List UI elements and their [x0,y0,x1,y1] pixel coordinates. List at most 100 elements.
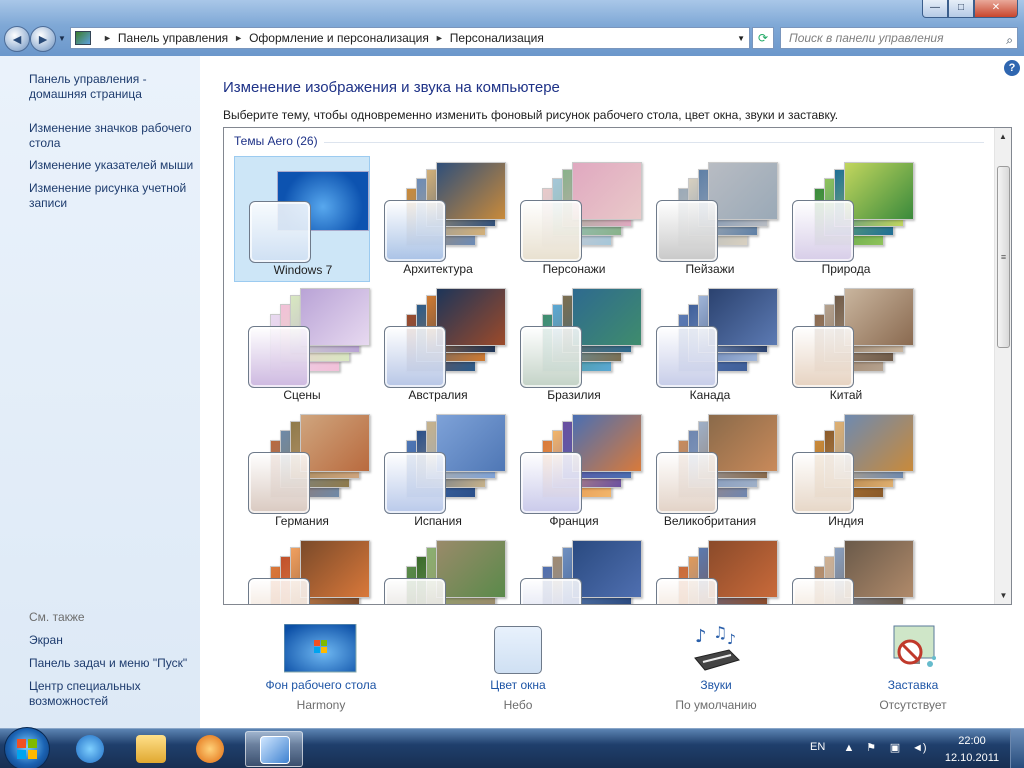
theme-preview [786,162,914,262]
screensaver-value: Отсутствует [879,698,947,712]
theme-wallpaper-card [436,288,506,346]
theme-preview [243,163,371,263]
link-control-panel-home[interactable]: Панель управления - домашняя страница [29,72,199,102]
theme-wallpaper-card [572,162,642,220]
theme-item[interactable] [370,534,506,604]
screensaver-link[interactable]: Заставка [828,678,998,692]
theme-wallpaper-card [572,414,642,472]
theme-label: Китай [829,388,863,402]
link-change-desktop-icons[interactable]: Изменение значков рабочего стола [29,121,199,151]
theme-color-swatch [384,452,446,514]
link-display[interactable]: Экран [29,633,199,648]
forward-button[interactable]: ► [30,26,56,52]
scroll-down-icon[interactable]: ▼ [995,587,1011,604]
theme-item[interactable]: Природа [778,156,914,282]
close-button[interactable]: ✕ [974,0,1018,18]
search-icon[interactable]: ⌕ [1006,30,1013,50]
theme-label: Windows 7 [273,263,333,277]
theme-item[interactable]: Канада [642,282,778,408]
theme-preview [514,414,642,514]
recent-pages-dropdown-icon[interactable]: ▼ [58,34,66,43]
link-taskbar-start-menu[interactable]: Панель задач и меню "Пуск" [29,656,199,671]
language-indicator[interactable]: EN [810,741,825,753]
maximize-button[interactable]: □ [948,0,974,18]
clock-time[interactable]: 22:00 [946,735,998,747]
theme-label: Бразилия [547,388,601,402]
link-change-mouse-pointers[interactable]: Изменение указателей мыши [29,158,199,173]
theme-label: Архитектура [403,262,473,276]
theme-item[interactable]: Германия [234,408,370,534]
link-ease-of-access[interactable]: Центр специальных возможностей [29,679,199,709]
breadcrumb-chevron-icon[interactable]: ► [234,33,243,43]
sounds-link[interactable]: Звуки [631,678,801,692]
theme-group-header[interactable]: Темы Aero (26) [234,134,318,148]
desktop-background-link[interactable]: Фон рабочего стола [236,678,406,692]
theme-preview [786,414,914,514]
theme-item[interactable]: Сцены [234,282,370,408]
taskbar-internet-explorer[interactable] [62,731,120,767]
control-panel-icon [260,736,290,764]
theme-item[interactable]: Австралия [370,282,506,408]
show-desktop-button[interactable] [1010,729,1024,768]
back-button[interactable]: ◄ [4,26,30,52]
theme-item[interactable]: Персонажи [506,156,642,282]
breadcrumb-personalization[interactable]: Персонализация [450,31,544,45]
theme-preview [650,540,778,604]
taskbar-control-panel[interactable] [245,731,303,767]
theme-label: Пейзажи [685,262,735,276]
sounds-icon: ♪ ♫ ♪ [694,624,740,671]
page-description: Выберите тему, чтобы одновременно измени… [223,108,839,122]
theme-color-swatch [248,452,310,514]
theme-item[interactable]: Франция [506,408,642,534]
show-hidden-icons-icon[interactable]: ▲ [842,742,856,754]
taskbar-media-player[interactable] [182,731,240,767]
theme-preview [514,540,642,604]
scroll-thumb[interactable]: ≡ [997,166,1010,348]
taskbar-explorer[interactable] [122,731,180,767]
address-dropdown-icon[interactable]: ▼ [737,34,745,43]
left-navigation-pane: Панель управления - домашняя страница Из… [0,56,200,728]
breadcrumb-control-panel[interactable]: Панель управления [118,31,228,45]
theme-item[interactable]: Архитектура [370,156,506,282]
theme-label: Индия [828,514,864,528]
address-bar[interactable]: ► Панель управления ► Оформление и персо… [70,27,750,49]
clock-date[interactable]: 12.10.2011 [940,752,1004,764]
theme-item[interactable]: Китай [778,282,914,408]
theme-item[interactable]: Великобритания [642,408,778,534]
theme-color-swatch [792,200,854,262]
minimize-button[interactable]: — [922,0,948,18]
svg-text:♪: ♪ [695,626,707,647]
theme-item[interactable]: Бразилия [506,282,642,408]
window-color-link[interactable]: Цвет окна [433,678,603,692]
theme-item[interactable] [778,534,914,604]
vertical-scrollbar[interactable]: ▲ ≡ ▼ [994,128,1011,604]
start-button[interactable] [4,727,50,768]
breadcrumb-appearance[interactable]: Оформление и персонализация [249,31,429,45]
see-also-heading: См. также [29,610,85,624]
search-input[interactable]: Поиск в панели управления ⌕ [780,27,1018,49]
scroll-up-icon[interactable]: ▲ [995,128,1011,145]
theme-item[interactable]: Windows 7 [234,156,370,282]
group-divider [324,142,984,143]
refresh-button[interactable]: ⟳ [752,27,774,49]
svg-text:♪: ♪ [727,632,736,648]
theme-wallpaper-card [436,162,506,220]
sounds-value: По умолчанию [675,698,757,712]
help-icon[interactable]: ? [1004,60,1020,76]
action-center-flag-icon[interactable]: ⚑ [864,742,878,754]
theme-item[interactable]: Индия [778,408,914,534]
breadcrumb-chevron-icon[interactable]: ► [103,33,112,43]
theme-item[interactable] [234,534,370,604]
network-icon[interactable]: ▣ [888,742,902,754]
theme-preview [378,540,506,604]
theme-preview [786,288,914,388]
search-placeholder: Поиск в панели управления [789,31,944,45]
theme-item[interactable]: Испания [370,408,506,534]
volume-icon[interactable]: ◄) [912,742,927,754]
theme-wallpaper-card [708,540,778,598]
link-change-account-picture[interactable]: Изменение рисунка учетной записи [29,181,199,211]
theme-item[interactable] [506,534,642,604]
breadcrumb-chevron-icon[interactable]: ► [435,33,444,43]
theme-item[interactable] [642,534,778,604]
theme-item[interactable]: Пейзажи [642,156,778,282]
